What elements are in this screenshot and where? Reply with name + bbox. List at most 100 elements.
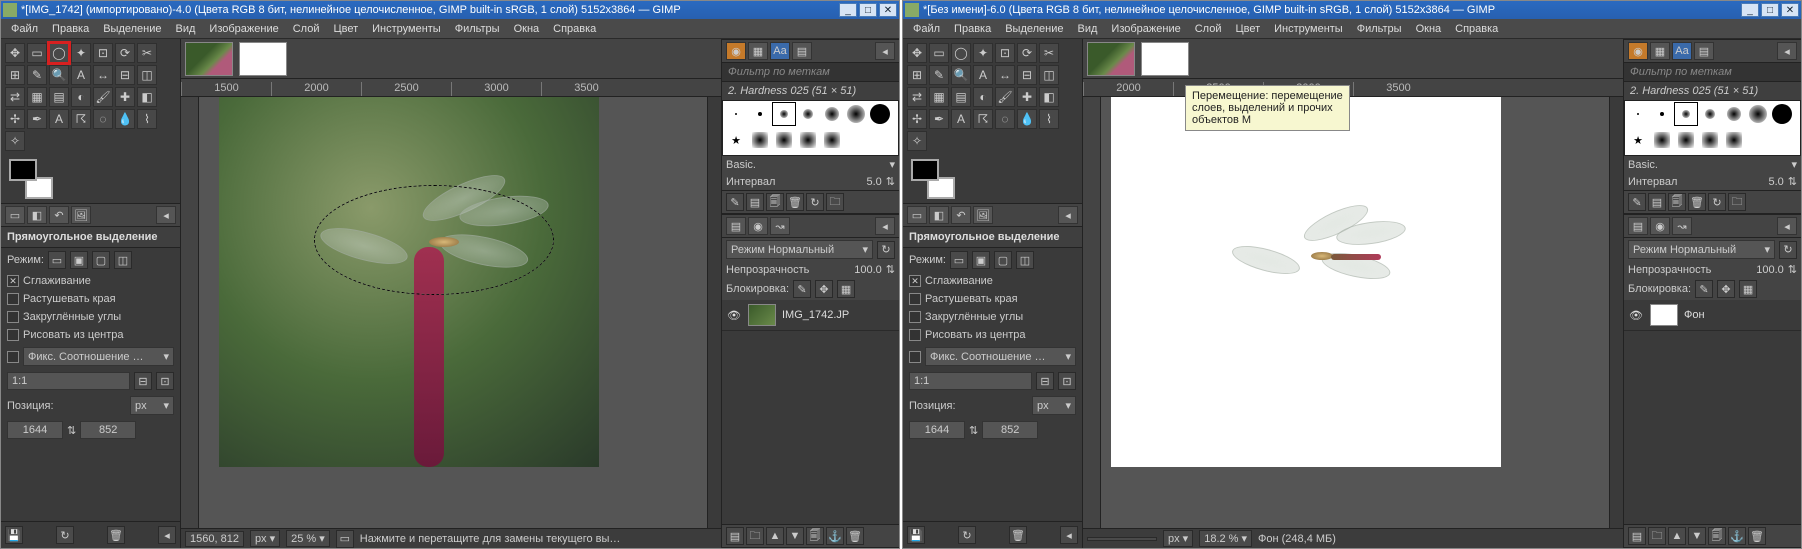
close-button[interactable]: ✕ (1781, 3, 1799, 17)
brush-open-icon[interactable]: 🗀 (1728, 193, 1746, 211)
brush-dup-icon[interactable]: 🗐 (766, 193, 784, 211)
dock-menu-icon[interactable]: ◂ (1058, 206, 1078, 224)
menu-filters[interactable]: Фильтры (449, 21, 506, 37)
menu-select[interactable]: Выделение (97, 21, 167, 37)
ink-tool[interactable]: ✒ (929, 109, 949, 129)
brush-grid[interactable]: ★ (1624, 100, 1801, 156)
layer-anchor-icon[interactable]: ⚓ (826, 527, 844, 545)
brush-refresh-icon[interactable]: ↻ (806, 193, 824, 211)
dock-menu-icon[interactable]: ◂ (875, 42, 895, 60)
pos-x-input[interactable]: 1644 (7, 421, 63, 439)
menu-windows[interactable]: Окна (1410, 21, 1448, 37)
align-tool[interactable]: ⊟ (115, 65, 135, 85)
menu-tools[interactable]: Инструменты (366, 21, 447, 37)
dodge-tool[interactable]: ◌ (93, 109, 113, 129)
brushes-tab[interactable]: ◉ (1628, 42, 1648, 60)
dodge-tool[interactable]: ◌ (995, 109, 1015, 129)
rect-select-tool[interactable]: ▭ (929, 43, 949, 63)
status-unit[interactable]: px ▾ (1163, 530, 1193, 547)
layer-dup-icon[interactable]: 🗐 (1708, 527, 1726, 545)
bucket-tool[interactable]: ▤ (951, 87, 971, 107)
pencil-tool[interactable]: ✎ (27, 65, 47, 85)
path-tool[interactable]: ⌇ (137, 109, 157, 129)
layer-down-icon[interactable]: ▼ (1688, 527, 1706, 545)
pencil-tool[interactable]: ✎ (929, 65, 949, 85)
fg-bg-colors[interactable] (9, 159, 53, 199)
align-tool[interactable]: ⊟ (1017, 65, 1037, 85)
fixed-dropdown[interactable]: Фикс. Соотношение …▾ (23, 347, 174, 366)
canvas-viewport[interactable] (199, 97, 707, 528)
mode-reset-icon[interactable]: ↻ (877, 241, 895, 259)
eye-icon[interactable]: 👁 (726, 307, 742, 323)
perspective-tool[interactable]: ◫ (137, 65, 157, 85)
filter-input[interactable]: Фильтр по меткам (722, 63, 899, 82)
images-tab[interactable]: 🖼 (973, 206, 993, 224)
menu-edit[interactable]: Правка (948, 21, 997, 37)
brush-dup-icon[interactable]: 🗐 (1668, 193, 1686, 211)
preset-dropdown[interactable]: Basic. (726, 159, 756, 171)
history-tab[interactable]: ▤ (792, 42, 812, 60)
minimize-button[interactable]: _ (1741, 3, 1759, 17)
fg-color-swatch[interactable] (9, 159, 37, 181)
brush-grid[interactable]: ★ (722, 100, 899, 156)
undo-history-tab[interactable]: ↶ (951, 206, 971, 224)
ruler-vertical[interactable] (1083, 97, 1101, 528)
toggle-mask-icon[interactable]: ▭ (336, 530, 354, 548)
layer-row[interactable]: 👁 IMG_1742.JP (722, 300, 899, 331)
layer-row[interactable]: 👁 Фон (1624, 300, 1801, 331)
preset-dropdown[interactable]: Basic. (1628, 159, 1658, 171)
layer-name[interactable]: IMG_1742.JP (782, 309, 849, 321)
menu-edit[interactable]: Правка (46, 21, 95, 37)
patterns-tab[interactable]: ▦ (1650, 42, 1670, 60)
layer-thumb[interactable] (748, 304, 776, 326)
status-unit[interactable]: px ▾ (250, 530, 280, 547)
feather-checkbox[interactable] (909, 293, 921, 305)
swap-orient-icon[interactable]: ⊟ (134, 372, 152, 390)
measure-tool[interactable]: ↔ (93, 65, 113, 85)
layer-anchor-icon[interactable]: ⚓ (1728, 527, 1746, 545)
minimize-button[interactable]: _ (839, 3, 857, 17)
channels-tab[interactable]: ◉ (748, 217, 768, 235)
menu-colors[interactable]: Цвет (1229, 21, 1266, 37)
images-tab[interactable]: 🖼 (71, 206, 91, 224)
blur-tool[interactable]: 💧 (1017, 109, 1037, 129)
layer-up-icon[interactable]: ▲ (1668, 527, 1686, 545)
history-tab[interactable]: ▤ (1694, 42, 1714, 60)
unit-dropdown[interactable]: px▾ (1032, 396, 1076, 415)
ruler-horizontal[interactable]: 2000250030003500 (1083, 79, 1623, 97)
brushes-tab[interactable]: ◉ (726, 42, 746, 60)
heal-tool[interactable]: ✚ (115, 87, 135, 107)
menu-image[interactable]: Изображение (1105, 21, 1186, 37)
swap-orient-icon[interactable]: ⊟ (1036, 372, 1054, 390)
fg-bg-colors[interactable] (911, 159, 955, 199)
save-preset-icon[interactable]: 💾 (907, 526, 925, 544)
canvas-image[interactable] (219, 97, 599, 467)
crop-tool[interactable]: ⊡ (995, 43, 1015, 63)
delete-icon[interactable]: 🗑 (1009, 526, 1027, 544)
lock-position-icon[interactable]: ✥ (815, 280, 833, 298)
lock-pixels-icon[interactable]: ✎ (793, 280, 811, 298)
ratio-input[interactable]: 1:1 (909, 372, 1032, 390)
unit-dropdown[interactable]: px▾ (130, 396, 174, 415)
paths-tab[interactable]: ↝ (1672, 217, 1692, 235)
save-preset-icon[interactable]: 💾 (5, 526, 23, 544)
vertical-scrollbar[interactable] (707, 97, 721, 528)
menu-help[interactable]: Справка (547, 21, 602, 37)
layer-new-icon[interactable]: ▤ (726, 527, 744, 545)
eye-icon[interactable]: 👁 (1628, 307, 1644, 323)
swap-orient2-icon[interactable]: ⊡ (1058, 372, 1076, 390)
menu-layer[interactable]: Слой (1189, 21, 1228, 37)
airbrush-tool[interactable]: ✢ (907, 109, 927, 129)
menu-image[interactable]: Изображение (203, 21, 284, 37)
fonts-tab[interactable]: Aa (770, 42, 790, 60)
channels-tab[interactable]: ◉ (1650, 217, 1670, 235)
titlebar[interactable]: *[Без имени]-6.0 (Цвета RGB 8 бит, нелин… (903, 1, 1801, 19)
fuzzy-select-tool[interactable]: ✦ (71, 43, 91, 63)
mode-add[interactable]: ▣ (972, 251, 990, 269)
maximize-button[interactable]: □ (859, 3, 877, 17)
image-tab-1[interactable] (185, 42, 233, 76)
antialias-checkbox[interactable] (7, 275, 19, 287)
titlebar[interactable]: *[IMG_1742] (импортировано)-4.0 (Цвета R… (1, 1, 899, 19)
mode-subtract[interactable]: ▢ (92, 251, 110, 269)
ink-tool[interactable]: ✒ (27, 109, 47, 129)
